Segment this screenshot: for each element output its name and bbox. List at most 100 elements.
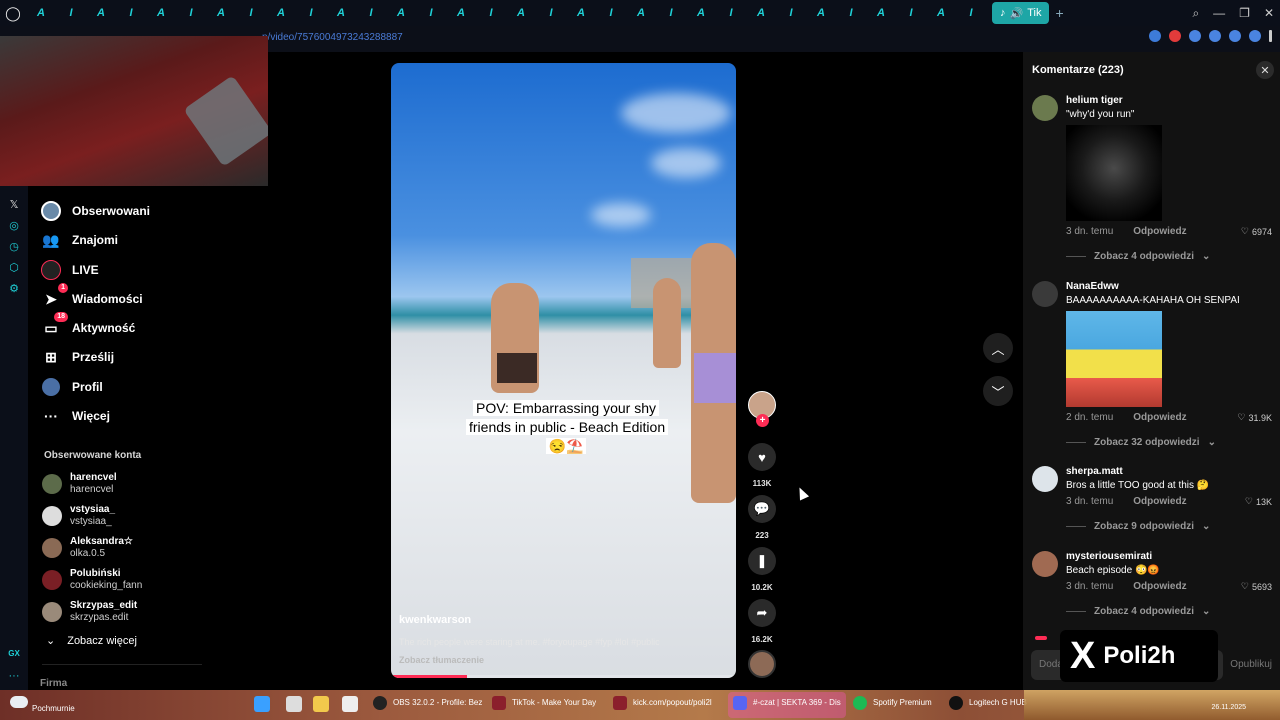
followed-account[interactable]: Polubiński cookieking_fann xyxy=(42,568,142,592)
url-field[interactable]: n/video/7576004973243288887 xyxy=(262,32,403,43)
settings-icon[interactable]: ⚙ xyxy=(9,282,19,295)
avatar[interactable] xyxy=(1032,551,1058,577)
share-icon[interactable]: ➦ xyxy=(748,599,776,627)
settings-icon[interactable] xyxy=(1249,30,1261,42)
previous-video-button[interactable]: ︿ xyxy=(983,333,1013,363)
weather-label[interactable]: Pochmurnie xyxy=(32,704,75,713)
taskbar-app-discord[interactable]: #-czat | SEKTA 369 - Dis xyxy=(753,698,841,707)
video-player[interactable]: POV: Embarrassing your shy friends in pu… xyxy=(391,63,736,678)
pinned-tab[interactable]: A xyxy=(446,3,476,23)
follow-button[interactable]: + xyxy=(756,414,769,427)
obs-icon[interactable] xyxy=(373,696,387,710)
sidebar-item-live[interactable]: LIVE xyxy=(40,257,99,283)
comment-action[interactable]: 💬 223 xyxy=(747,495,777,540)
extension-icon[interactable] xyxy=(1169,30,1181,42)
cube-icon[interactable]: ⬡ xyxy=(9,261,19,274)
comment-username[interactable]: sherpa.matt xyxy=(1066,466,1123,477)
pinned-tab[interactable]: A xyxy=(26,3,56,23)
comment-username[interactable]: mysteriousemirati xyxy=(1066,551,1152,562)
pinned-tab[interactable]: I xyxy=(896,3,926,23)
music-disc-icon[interactable] xyxy=(748,650,776,678)
pinned-tab[interactable]: A xyxy=(146,3,176,23)
menu-icon[interactable] xyxy=(1269,30,1272,42)
browser-icon[interactable] xyxy=(613,696,627,710)
pinned-tab[interactable]: A xyxy=(506,3,536,23)
pinned-tab[interactable]: I xyxy=(356,3,386,23)
close-window-icon[interactable]: ✕ xyxy=(1264,6,1274,20)
next-video-button[interactable]: ﹀ xyxy=(983,376,1013,406)
comment-like-button[interactable]: ♡ 13K xyxy=(1245,496,1272,507)
gx-icon[interactable]: GX xyxy=(8,649,20,658)
pinned-tab[interactable]: A xyxy=(206,3,236,23)
followed-account[interactable]: Skrzypas_edit skrzypas.edit xyxy=(42,600,137,624)
pinned-tab[interactable]: A xyxy=(266,3,296,23)
heart-icon[interactable]: ♥ xyxy=(748,443,776,471)
followed-account[interactable]: harencvel harencvel xyxy=(42,472,117,496)
translate-link[interactable]: Zobacz tłumaczenie xyxy=(399,655,484,665)
extension-icon[interactable] xyxy=(1209,30,1221,42)
bookmark-icon[interactable]: ❚ xyxy=(748,547,776,575)
like-action[interactable]: ♥ 113K xyxy=(747,443,777,488)
reply-button[interactable]: Odpowiedz xyxy=(1133,581,1186,592)
task-view-icon[interactable] xyxy=(286,696,302,712)
pinned-tab[interactable]: I xyxy=(776,3,806,23)
new-tab-button[interactable]: + xyxy=(1055,5,1063,21)
pinned-tab[interactable]: I xyxy=(176,3,206,23)
sidebar-item-friends[interactable]: 👥 Znajomi xyxy=(40,227,118,253)
comment-like-button[interactable]: ♡ 6974 xyxy=(1241,226,1272,237)
view-replies-button[interactable]: Zobacz 4 odpowiedzi ⌄ xyxy=(1066,606,1210,617)
pinned-tab[interactable]: I xyxy=(596,3,626,23)
view-replies-button[interactable]: Zobacz 4 odpowiedzi ⌄ xyxy=(1066,251,1210,262)
pinned-tab[interactable]: I xyxy=(956,3,986,23)
comment-username[interactable]: helium tiger xyxy=(1066,95,1123,106)
close-comments-button[interactable]: ✕ xyxy=(1256,61,1274,79)
pinned-tab[interactable]: I xyxy=(416,3,446,23)
reply-button[interactable]: Odpowiedz xyxy=(1133,496,1186,507)
sidebar-item-upload[interactable]: ⊞ Prześlij xyxy=(40,344,114,370)
sidebar-item-following[interactable]: Obserwowani xyxy=(40,198,150,224)
minimize-icon[interactable]: — xyxy=(1213,6,1225,20)
pinned-tab[interactable]: I xyxy=(716,3,746,23)
sidebar-item-profile[interactable]: Profil xyxy=(40,374,103,400)
see-more-accounts-button[interactable]: ⌄ Zobacz więcej xyxy=(46,634,137,648)
pinned-tab[interactable]: A xyxy=(86,3,116,23)
reply-button[interactable]: Odpowiedz xyxy=(1133,226,1186,237)
pinned-tab[interactable]: A xyxy=(866,3,896,23)
spotify-icon[interactable] xyxy=(853,696,867,710)
avatar[interactable] xyxy=(1032,466,1058,492)
share-action[interactable]: ➦ 16.2K xyxy=(747,599,777,644)
pinned-tab[interactable]: I xyxy=(236,3,266,23)
pinned-tab[interactable]: I xyxy=(476,3,506,23)
view-replies-button[interactable]: Zobacz 32 odpowiedzi ⌄ xyxy=(1066,437,1216,448)
message-icon[interactable]: ◎ xyxy=(9,219,19,232)
more-dots-icon[interactable]: ··· xyxy=(9,670,20,682)
video-progress-bar[interactable] xyxy=(391,675,736,678)
pinned-tab[interactable]: A xyxy=(326,3,356,23)
sidebar-item-activity[interactable]: ▭ 18 Aktywność xyxy=(40,312,135,341)
logitech-icon[interactable] xyxy=(949,696,963,710)
start-icon[interactable] xyxy=(254,696,270,712)
followed-account[interactable]: vstysiaa_ vstysiaa_ xyxy=(42,504,115,528)
comment-username[interactable]: NanaEdww xyxy=(1066,281,1119,292)
taskbar-app-spotify[interactable]: Spotify Premium xyxy=(873,698,932,707)
cloud-weather-icon[interactable] xyxy=(10,696,28,708)
comment-like-button[interactable]: ♡ 31.9K xyxy=(1237,412,1272,423)
post-comment-button[interactable]: Opublikuj xyxy=(1230,659,1272,670)
browser-icon[interactable] xyxy=(492,696,506,710)
pinned-tab[interactable]: I xyxy=(836,3,866,23)
reply-button[interactable]: Odpowiedz xyxy=(1133,412,1186,423)
pinned-tab[interactable]: I xyxy=(116,3,146,23)
pinned-tab[interactable]: A xyxy=(746,3,776,23)
pinned-tab[interactable]: A xyxy=(626,3,656,23)
comment-image[interactable] xyxy=(1066,311,1162,407)
comment-image[interactable] xyxy=(1066,125,1162,221)
pinned-tab[interactable]: I xyxy=(56,3,86,23)
avatar[interactable] xyxy=(1032,95,1058,121)
save-action[interactable]: ❚ 10.2K xyxy=(747,547,777,592)
sidebar-item-messages[interactable]: ➤ 1 Wiadomości xyxy=(40,283,143,312)
pinned-tab[interactable]: I xyxy=(296,3,326,23)
store-icon[interactable] xyxy=(342,696,358,712)
comment-icon[interactable]: 💬 xyxy=(748,495,776,523)
pinned-tab[interactable]: A xyxy=(686,3,716,23)
pinned-tab[interactable]: A xyxy=(926,3,956,23)
